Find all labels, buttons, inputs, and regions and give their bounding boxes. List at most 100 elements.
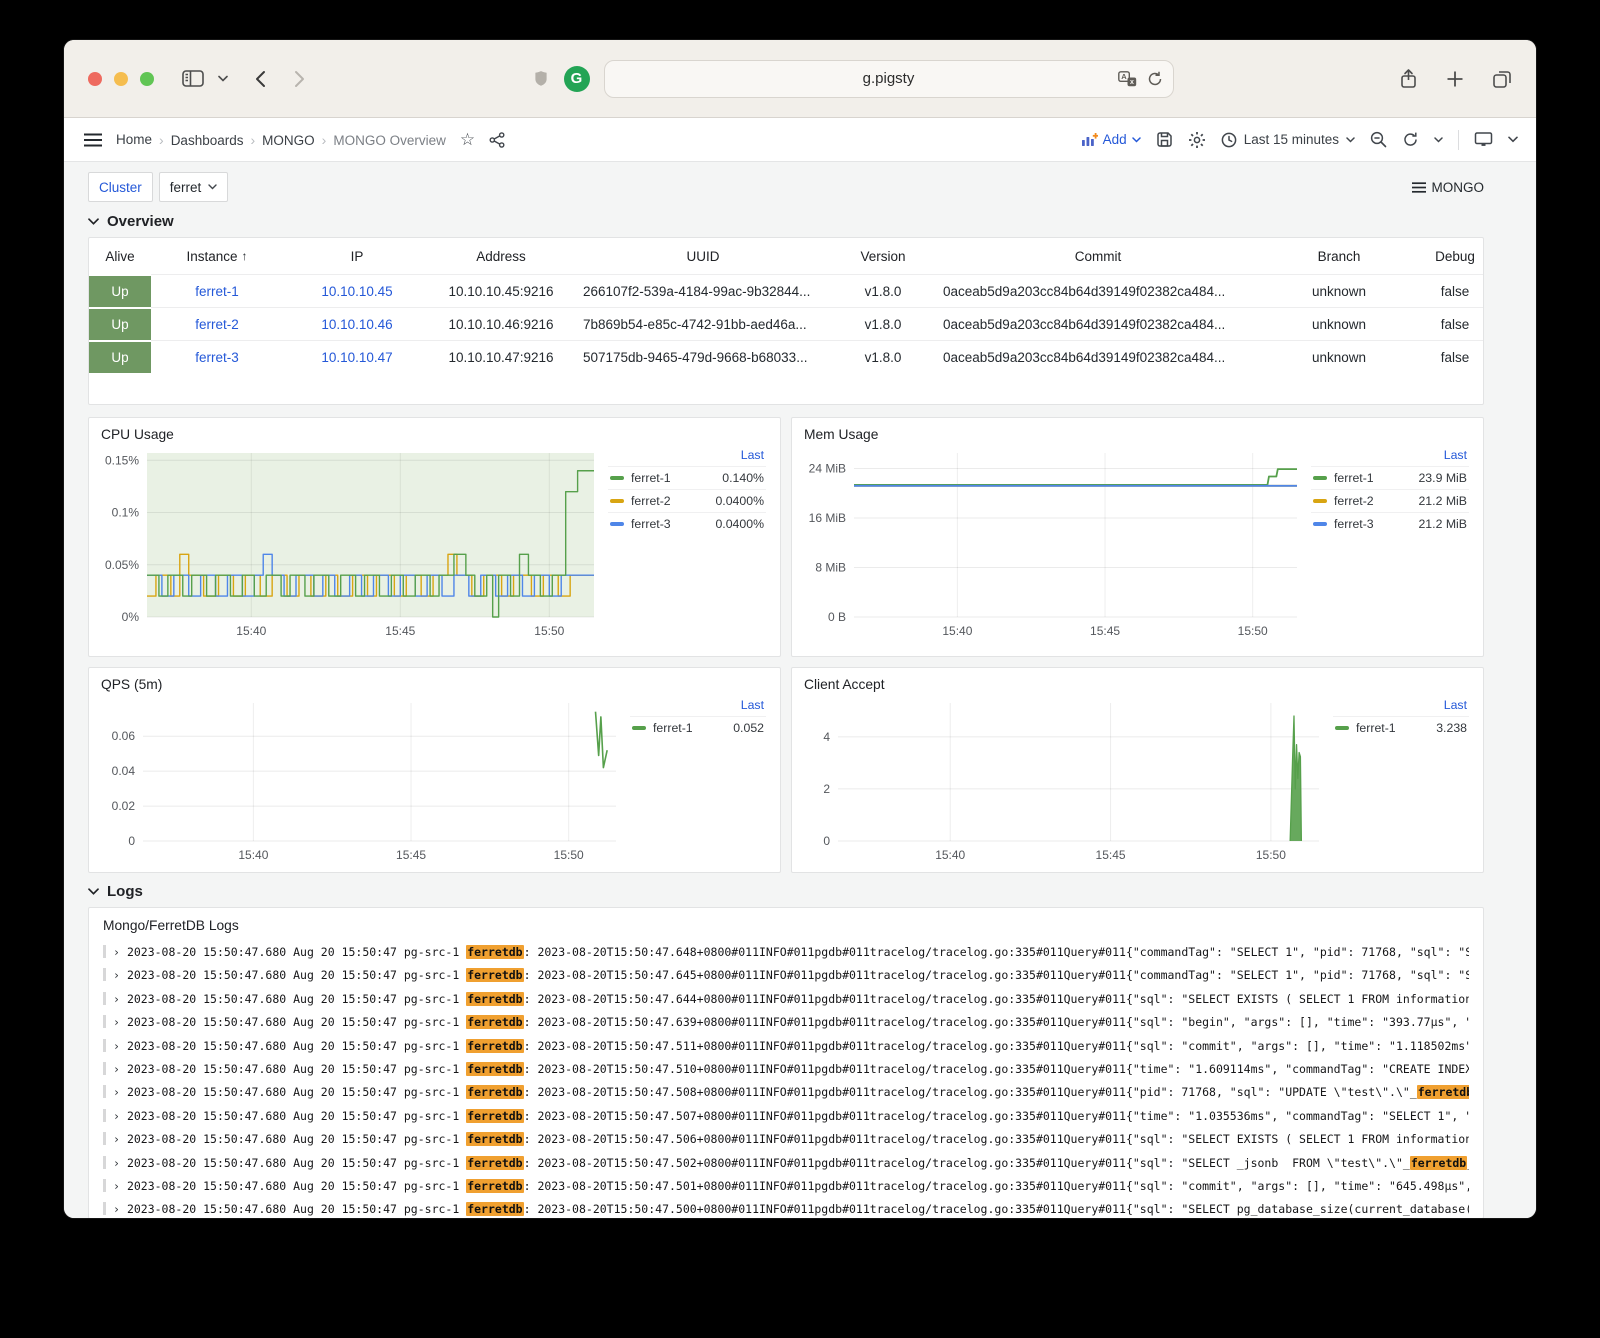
- logs-section-title: Logs: [107, 883, 143, 900]
- refresh-icon[interactable]: [1402, 131, 1419, 148]
- column-header[interactable]: Branch: [1265, 238, 1413, 274]
- zoom-out-time-icon[interactable]: [1370, 131, 1387, 148]
- expand-log-chevron-icon[interactable]: ›: [113, 968, 120, 982]
- expand-log-chevron-icon[interactable]: ›: [113, 1015, 120, 1029]
- column-header[interactable]: UUID: [571, 238, 835, 274]
- table-cell: 10.10.10.47:9216: [431, 340, 571, 373]
- table-cell[interactable]: ferret-1: [151, 274, 283, 307]
- expand-log-chevron-icon[interactable]: ›: [113, 1156, 120, 1170]
- cpu-usage-chart[interactable]: 15:4015:4515:500%0.05%0.1%0.15%: [95, 443, 604, 646]
- forward-button[interactable]: [294, 70, 306, 88]
- mem-usage-chart[interactable]: 15:4015:4515:500 B8 MiB16 MiB24 MiB: [798, 443, 1307, 646]
- breadcrumb-item[interactable]: Dashboards: [159, 132, 243, 148]
- column-header[interactable]: Commit: [931, 238, 1265, 274]
- legend-row[interactable]: ferret-10.140%: [608, 466, 766, 489]
- url-bar[interactable]: g.pigsty Ax: [604, 60, 1174, 98]
- legend-row[interactable]: ferret-321.2 MiB: [1311, 512, 1469, 535]
- log-line[interactable]: ›2023-08-20 15:50:47.680 Aug 20 15:50:47…: [103, 941, 1469, 964]
- table-cell[interactable]: ferret-3: [151, 340, 283, 373]
- table-cell[interactable]: 10.10.10.45: [283, 274, 431, 307]
- expand-log-chevron-icon[interactable]: ›: [113, 1132, 120, 1146]
- add-panel-button[interactable]: Add: [1081, 132, 1141, 147]
- qps-chart[interactable]: 15:4015:4515:5000.020.040.06: [95, 693, 626, 870]
- minimize-window-button[interactable]: [114, 72, 128, 86]
- expand-log-chevron-icon[interactable]: ›: [113, 1202, 120, 1216]
- table-cell: v1.8.0: [835, 307, 931, 340]
- expand-log-chevron-icon[interactable]: ›: [113, 992, 120, 1006]
- panel-title[interactable]: QPS (5m): [89, 668, 780, 693]
- tv-mode-icon[interactable]: [1474, 131, 1493, 148]
- log-line[interactable]: ›2023-08-20 15:50:47.680 Aug 20 15:50:47…: [103, 1175, 1469, 1198]
- log-line[interactable]: ›2023-08-20 15:50:47.680 Aug 20 15:50:47…: [103, 1081, 1469, 1104]
- log-line[interactable]: ›2023-08-20 15:50:47.680 Aug 20 15:50:47…: [103, 1058, 1469, 1081]
- overview-section-toggle[interactable]: Overview: [88, 213, 1484, 230]
- column-header[interactable]: Version: [835, 238, 931, 274]
- share-icon[interactable]: [1399, 68, 1418, 90]
- legend-row[interactable]: ferret-123.9 MiB: [1311, 466, 1469, 489]
- expand-log-chevron-icon[interactable]: ›: [113, 1039, 120, 1053]
- table-cell[interactable]: 10.10.10.47: [283, 340, 431, 373]
- close-window-button[interactable]: [88, 72, 102, 86]
- svg-text:15:45: 15:45: [1096, 848, 1126, 862]
- breadcrumb-item[interactable]: MONGO: [250, 132, 314, 148]
- share-dashboard-icon[interactable]: [489, 132, 505, 148]
- cluster-variable-dropdown[interactable]: ferret: [159, 172, 229, 202]
- expand-log-chevron-icon[interactable]: ›: [113, 1179, 120, 1193]
- column-header[interactable]: IP: [283, 238, 431, 274]
- column-header[interactable]: Address: [431, 238, 571, 274]
- sidebar-chevron-icon[interactable]: [218, 75, 228, 82]
- log-line[interactable]: ›2023-08-20 15:50:47.680 Aug 20 15:50:47…: [103, 964, 1469, 987]
- legend-row[interactable]: ferret-221.2 MiB: [1311, 489, 1469, 512]
- legend-row[interactable]: ferret-20.0400%: [608, 489, 766, 512]
- column-header[interactable]: Debug: [1413, 238, 1484, 274]
- grammarly-extension-icon[interactable]: G: [564, 66, 590, 92]
- log-line[interactable]: ›2023-08-20 15:50:47.680 Aug 20 15:50:47…: [103, 1198, 1469, 1218]
- new-tab-icon[interactable]: [1446, 70, 1464, 88]
- cluster-variable: Cluster ferret: [88, 172, 228, 202]
- log-line[interactable]: ›2023-08-20 15:50:47.680 Aug 20 15:50:47…: [103, 1035, 1469, 1058]
- back-button[interactable]: [254, 70, 266, 88]
- menu-icon[interactable]: [84, 133, 102, 147]
- dashboard-settings-gear-icon[interactable]: [1188, 131, 1206, 149]
- mongo-dashboard-link[interactable]: MONGO: [1412, 180, 1485, 195]
- legend-row[interactable]: ferret-13.238: [1333, 716, 1469, 739]
- expand-log-chevron-icon[interactable]: ›: [113, 1062, 120, 1076]
- table-cell[interactable]: ferret-2: [151, 307, 283, 340]
- panel-title[interactable]: Client Accept: [792, 668, 1483, 693]
- log-line[interactable]: ›2023-08-20 15:50:47.680 Aug 20 15:50:47…: [103, 988, 1469, 1011]
- expand-log-chevron-icon[interactable]: ›: [113, 1085, 120, 1099]
- legend-last-header: Last: [1333, 697, 1469, 716]
- reload-icon[interactable]: [1147, 71, 1163, 87]
- log-line[interactable]: ›2023-08-20 15:50:47.680 Aug 20 15:50:47…: [103, 1105, 1469, 1128]
- time-range-picker[interactable]: Last 15 minutes: [1221, 132, 1355, 148]
- log-line[interactable]: ›2023-08-20 15:50:47.680 Aug 20 15:50:47…: [103, 1011, 1469, 1034]
- column-header[interactable]: Alive: [89, 238, 151, 274]
- legend-row[interactable]: ferret-30.0400%: [608, 512, 766, 535]
- sidebar-toggle-icon[interactable]: [182, 70, 204, 87]
- table-cell: unknown: [1265, 274, 1413, 307]
- svg-text:15:40: 15:40: [236, 624, 266, 638]
- tab-overview-icon[interactable]: [1492, 69, 1512, 89]
- cluster-variable-label[interactable]: Cluster: [88, 172, 153, 202]
- translate-icon[interactable]: Ax: [1118, 71, 1137, 87]
- log-line[interactable]: ›2023-08-20 15:50:47.680 Aug 20 15:50:47…: [103, 1152, 1469, 1175]
- privacy-shield-icon[interactable]: [532, 69, 550, 89]
- column-header[interactable]: Instance ↑: [151, 238, 283, 274]
- navbar-chevron-down-icon[interactable]: [1508, 136, 1518, 143]
- zoom-window-button[interactable]: [140, 72, 154, 86]
- breadcrumb-item[interactable]: MONGO Overview: [322, 132, 446, 148]
- qps-panel: QPS (5m) 15:4015:4515:5000.020.040.06 La…: [88, 667, 781, 873]
- log-line[interactable]: ›2023-08-20 15:50:47.680 Aug 20 15:50:47…: [103, 1128, 1469, 1151]
- save-dashboard-icon[interactable]: [1156, 131, 1173, 148]
- refresh-interval-chevron-icon[interactable]: [1434, 137, 1443, 143]
- logs-section-toggle[interactable]: Logs: [88, 883, 1484, 900]
- breadcrumb-item[interactable]: Home: [116, 132, 152, 147]
- favorite-star-icon[interactable]: ☆: [460, 130, 475, 150]
- expand-log-chevron-icon[interactable]: ›: [113, 1109, 120, 1123]
- expand-log-chevron-icon[interactable]: ›: [113, 945, 120, 959]
- panel-title[interactable]: CPU Usage: [89, 418, 780, 443]
- legend-row[interactable]: ferret-10.052: [630, 716, 766, 739]
- table-cell[interactable]: 10.10.10.46: [283, 307, 431, 340]
- panel-title[interactable]: Mem Usage: [792, 418, 1483, 443]
- client-accept-chart[interactable]: 15:4015:4515:50024: [798, 693, 1329, 870]
